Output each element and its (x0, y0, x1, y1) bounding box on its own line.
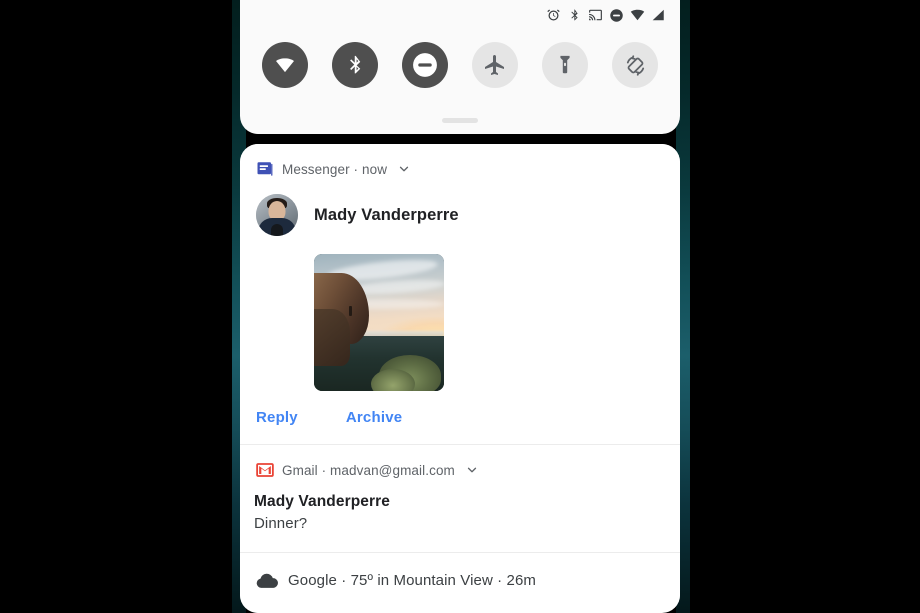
auto-rotate-tile[interactable] (612, 42, 658, 88)
cast-icon (588, 8, 603, 23)
bluetooth-icon (345, 53, 365, 77)
message-image-attachment[interactable] (314, 254, 444, 391)
gmail-notification-header[interactable]: Gmail · madvan@gmail.com (240, 445, 680, 481)
reply-action[interactable]: Reply (256, 409, 298, 426)
cloud-icon (256, 571, 278, 589)
bluetooth-tile[interactable] (332, 42, 378, 88)
alarm-icon (546, 8, 561, 23)
messenger-sender-name: Mady Vanderperre (314, 205, 459, 224)
do-not-disturb-icon (609, 8, 624, 23)
gmail-sender-name: Mady Vanderperre (254, 493, 390, 510)
flashlight-icon (554, 53, 576, 77)
status-bar (546, 0, 680, 30)
messenger-actions: Reply Archive (240, 391, 680, 444)
airplane-icon (483, 53, 507, 77)
messenger-sender-row: Mady Vanderperre (256, 194, 664, 236)
do-not-disturb-icon (412, 52, 438, 78)
wifi-icon (273, 55, 297, 75)
messenger-notification-body: Mady Vanderperre (240, 180, 680, 391)
do-not-disturb-tile[interactable] (402, 42, 448, 88)
gmail-header-text: Gmail · madvan@gmail.com (282, 462, 455, 478)
google-weather-row[interactable]: Google · 75º in Mountain View · 26m (240, 553, 680, 607)
quick-settings-drag-handle[interactable] (442, 118, 478, 123)
wifi-tile[interactable] (262, 42, 308, 88)
gmail-subject: Dinner? (254, 515, 308, 532)
bluetooth-icon (567, 8, 582, 23)
notification-messenger[interactable]: Messenger · now Mady Vanderperre Reply A… (240, 144, 680, 444)
chevron-down-icon[interactable] (397, 162, 411, 176)
archive-action[interactable]: Archive (346, 409, 402, 426)
chevron-down-icon[interactable] (465, 463, 479, 477)
wifi-icon (630, 8, 645, 23)
notification-gmail[interactable]: Gmail · madvan@gmail.com Mady Vanderperr… (240, 445, 680, 552)
google-weather-text: Google · 75º in Mountain View · 26m (288, 571, 536, 589)
gmail-app-icon (256, 461, 274, 479)
airplane-mode-tile[interactable] (472, 42, 518, 88)
messenger-app-icon (256, 160, 274, 178)
notification-shade: Messenger · now Mady Vanderperre Reply A… (240, 144, 680, 613)
phone-screen: Messenger · now Mady Vanderperre Reply A… (240, 0, 680, 613)
auto-rotate-icon (623, 53, 648, 78)
messenger-header-text: Messenger · now (282, 161, 388, 177)
avatar (256, 194, 298, 236)
quick-settings-tiles (240, 42, 680, 88)
notification-google-weather[interactable]: Google · 75º in Mountain View · 26m (240, 553, 680, 607)
messenger-attachment-wrap (256, 236, 664, 391)
gmail-notification-body: Mady Vanderperre Dinner? (240, 481, 680, 552)
messenger-notification-header[interactable]: Messenger · now (240, 144, 680, 180)
flashlight-tile[interactable] (542, 42, 588, 88)
cell-signal-icon (651, 8, 666, 23)
quick-settings-panel (240, 0, 680, 134)
